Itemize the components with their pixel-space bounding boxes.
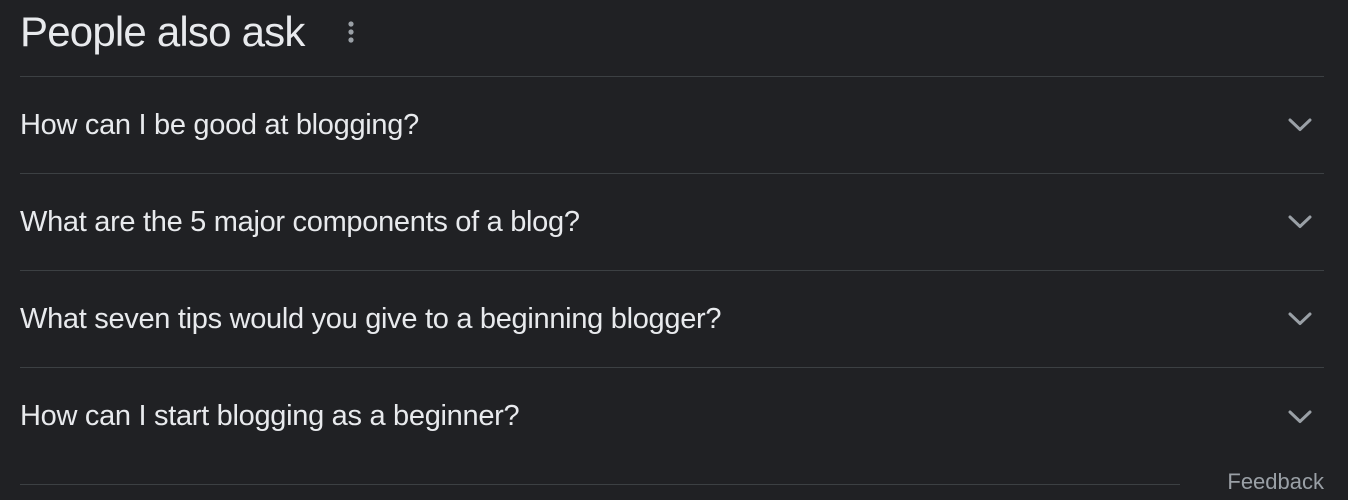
section-footer: Feedback bbox=[20, 466, 1324, 500]
question-item[interactable]: How can I start blogging as a beginner? bbox=[20, 368, 1324, 465]
question-item[interactable]: How can I be good at blogging? bbox=[20, 77, 1324, 174]
more-options-button[interactable] bbox=[339, 14, 363, 50]
question-text: What seven tips would you give to a begi… bbox=[20, 302, 722, 335]
question-text: What are the 5 major components of a blo… bbox=[20, 205, 580, 238]
more-vert-icon bbox=[347, 21, 354, 43]
question-list: How can I be good at blogging? What are … bbox=[20, 77, 1324, 465]
people-also-ask-panel: People also ask How can I be good at blo… bbox=[20, 0, 1324, 500]
section-header: People also ask bbox=[20, 0, 1324, 76]
footer-divider bbox=[20, 484, 1180, 485]
question-text: How can I be good at blogging? bbox=[20, 108, 419, 141]
question-text: How can I start blogging as a beginner? bbox=[20, 400, 520, 432]
question-item[interactable]: What are the 5 major components of a blo… bbox=[20, 174, 1324, 271]
chevron-down-icon[interactable] bbox=[1280, 397, 1320, 437]
chevron-down-icon[interactable] bbox=[1280, 299, 1320, 339]
section-title: People also ask bbox=[20, 8, 305, 55]
chevron-down-icon[interactable] bbox=[1280, 105, 1320, 145]
feedback-link[interactable]: Feedback bbox=[1227, 471, 1324, 493]
chevron-down-icon[interactable] bbox=[1280, 202, 1320, 242]
question-item[interactable]: What seven tips would you give to a begi… bbox=[20, 271, 1324, 368]
